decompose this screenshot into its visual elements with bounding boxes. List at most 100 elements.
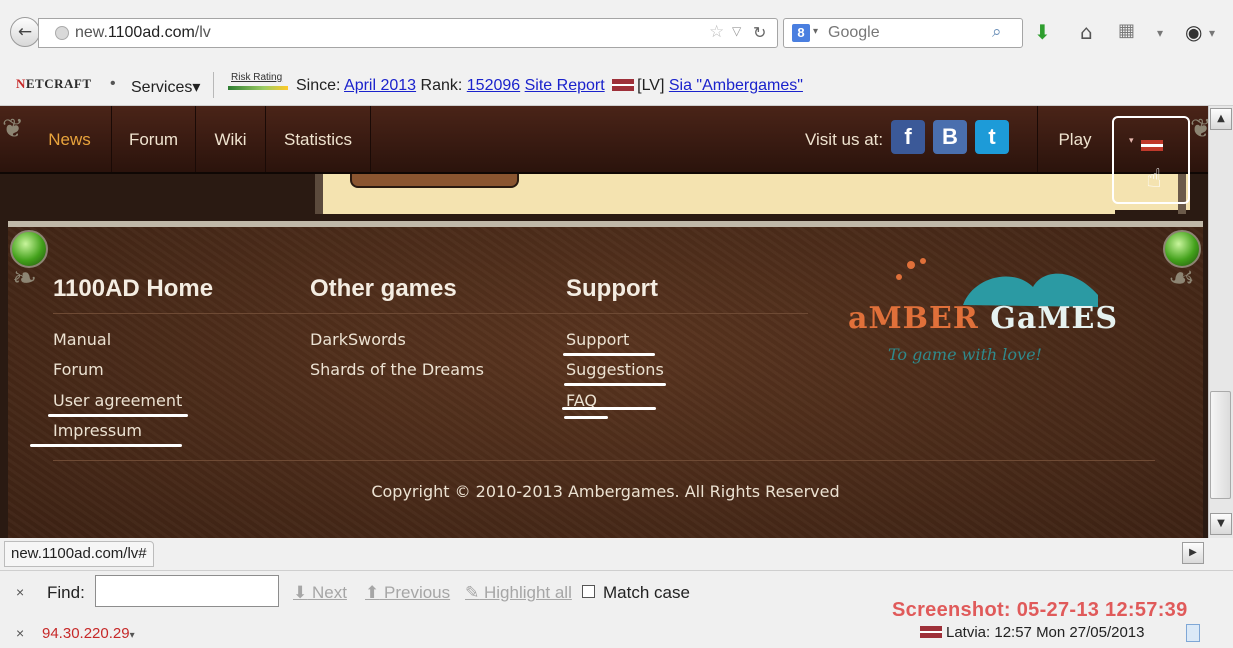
match-case-label[interactable]: Match case (603, 583, 690, 603)
footer-bottom-rule (53, 460, 1155, 461)
ip-dropdown-icon[interactable]: ▾ (130, 630, 135, 641)
status-strip (0, 538, 1233, 570)
netcraft-info: Since: April 2013 Rank: 152096 Site Repo… (296, 77, 803, 94)
risk-rating-bar (228, 86, 288, 90)
scroll-right-icon[interactable]: ▶ (1182, 542, 1204, 564)
footer-top-rule (53, 313, 808, 314)
country-time: Latvia: 12:57 Mon 27/05/2013 (920, 624, 1145, 641)
footer-link-support[interactable]: Support (566, 330, 629, 349)
nav-wiki[interactable]: Wiki (196, 106, 266, 172)
scroll-thumb[interactable] (1210, 391, 1231, 499)
ambergames-wordmark: aMBER GaMES (848, 301, 1119, 336)
netcraft-toolbar: NETCRAFT • Services▾ Risk Rating Since: … (0, 64, 1233, 106)
search-icon[interactable]: ⌕ (992, 22, 1002, 42)
annotation-underline (564, 383, 666, 386)
since-link[interactable]: April 2013 (344, 77, 416, 94)
url-text: new.1100ad.com/lv (75, 24, 211, 41)
bookmarks-icon[interactable]: ▦ (1118, 20, 1135, 41)
history-dropdown-icon[interactable]: ▽ (732, 24, 741, 38)
play-link[interactable]: Play (1037, 106, 1112, 172)
dragon-ornament-icon: ❦ (2, 114, 24, 144)
site-nav: ❦ News Forum Wiki Statistics Visit us at… (0, 106, 1208, 174)
download-icon[interactable]: ⬇ (1034, 20, 1051, 44)
support-column-title: Support (566, 275, 658, 302)
footer-link-user-agreement[interactable]: User agreement (53, 391, 182, 410)
footer-link-manual[interactable]: Manual (53, 330, 111, 349)
nav-news[interactable]: News (28, 106, 112, 172)
bookmark-star-icon[interactable]: ☆ (709, 22, 724, 42)
down-arrow-icon: ⬇ (293, 583, 308, 602)
reload-icon[interactable]: ↻ (753, 23, 766, 42)
risk-rating[interactable]: Risk Rating (228, 72, 290, 92)
page-viewport: ❦ News Forum Wiki Statistics Visit us at… (0, 106, 1208, 538)
annotation-underline (564, 416, 608, 419)
scroll-down-icon[interactable]: ▼ (1210, 513, 1232, 535)
scroll-up-icon[interactable]: ▲ (1210, 108, 1232, 130)
home-column-title: 1100AD Home (53, 275, 214, 302)
search-input[interactable]: Google (828, 24, 880, 42)
dragon-ornament-right-icon: ❦ (1190, 114, 1208, 144)
facebook-icon[interactable]: f (891, 120, 925, 154)
netcraft-dot: • (110, 75, 116, 92)
search-engine-dropdown-icon[interactable]: ▾ (813, 26, 818, 37)
highlight-all-button[interactable]: ✎ Highlight all (465, 583, 572, 603)
footer-link-darkswords[interactable]: DarkSwords (310, 330, 406, 349)
owner-link[interactable]: Sia "Ambergames" (669, 77, 803, 94)
games-column-title: Other games (310, 275, 457, 302)
twitter-icon[interactable]: t (975, 120, 1009, 154)
vertical-scrollbar[interactable]: ▲ ▼ (1208, 106, 1233, 538)
toolbar-divider (213, 72, 214, 98)
back-icon: ← (17, 22, 33, 42)
annotation-underline (562, 407, 656, 410)
bottom-status-bar: × 94.30.220.29▾ Latvia: 12:57 Mon 27/05/… (0, 616, 1233, 648)
find-previous-button[interactable]: ⬆ Previous (365, 583, 450, 603)
home-icon[interactable]: ⌂ (1080, 20, 1093, 44)
annotation-underline (48, 414, 188, 417)
bookmarks-dropdown-icon[interactable]: ▾ (1157, 26, 1163, 40)
find-label: Find: (47, 583, 85, 602)
site-report-link[interactable]: Site Report (525, 77, 605, 94)
footer-link-shards[interactable]: Shards of the Dreams (310, 360, 484, 379)
find-input[interactable] (95, 575, 279, 607)
pencil-icon: ✎ (465, 583, 480, 602)
risk-rating-label: Risk Rating (231, 72, 283, 83)
back-button[interactable]: ← (10, 17, 40, 47)
addon-icon[interactable]: ◉ (1185, 20, 1202, 44)
footer-link-suggestions[interactable]: Suggestions (566, 360, 664, 379)
annotation-underline (563, 353, 655, 356)
url-bar[interactable]: new.1100ad.com/lv ☆ ▽ ↻ (38, 18, 778, 48)
nav-statistics[interactable]: Statistics (266, 106, 371, 172)
find-next-button[interactable]: ⬇ Next (293, 583, 347, 603)
draugiem-icon[interactable]: B (933, 120, 967, 154)
services-menu[interactable]: Services▾ (131, 77, 200, 97)
ip-address[interactable]: 94.30.220.29▾ (42, 625, 135, 642)
annotation-underline (30, 444, 182, 447)
globe-icon (55, 26, 69, 40)
ambergames-tagline: To game with love! (888, 345, 1042, 364)
search-engine-icon[interactable]: 8 (792, 24, 810, 42)
latvia-flag-icon (920, 626, 942, 638)
netcraft-logo[interactable]: NETCRAFT (16, 76, 92, 92)
find-bar: × Find: ⬇ Next ⬆ Previous ✎ Highlight al… (0, 570, 1233, 621)
banner-image (350, 174, 519, 188)
footer-link-impressum[interactable]: Impressum (53, 421, 142, 440)
rank-link[interactable]: 152096 (467, 77, 520, 94)
document-icon[interactable] (1186, 624, 1200, 642)
latvia-flag-icon (612, 79, 635, 91)
footer-link-forum[interactable]: Forum (53, 360, 104, 379)
swirl-left-icon: ❧ (12, 261, 38, 296)
swirl-right-icon: ☙ (1168, 261, 1195, 296)
search-bar[interactable]: 8 ▾ Google ⌕ (783, 18, 1023, 48)
status-hover-url: new.1100ad.com/lv# (4, 541, 154, 567)
copyright-text: Copyright © 2010-2013 Ambergames. All Ri… (371, 482, 840, 501)
visit-us-label: Visit us at: (805, 130, 884, 149)
up-arrow-icon: ⬆ (365, 583, 380, 602)
statusbar-close-icon[interactable]: × (16, 625, 24, 641)
match-case-checkbox[interactable] (582, 585, 595, 598)
nav-forum[interactable]: Forum (112, 106, 196, 172)
hand-cursor-icon: ☝ (1146, 164, 1162, 194)
findbar-close-icon[interactable]: × (16, 584, 24, 600)
addon-dropdown-icon[interactable]: ▾ (1209, 26, 1215, 40)
browser-navbar: ← new.1100ad.com/lv ☆ ▽ ↻ 8 ▾ Google ⌕ ⬇… (0, 0, 1233, 64)
site-footer: ❧ ☙ 1100AD Home Other games Support Manu… (8, 221, 1203, 538)
